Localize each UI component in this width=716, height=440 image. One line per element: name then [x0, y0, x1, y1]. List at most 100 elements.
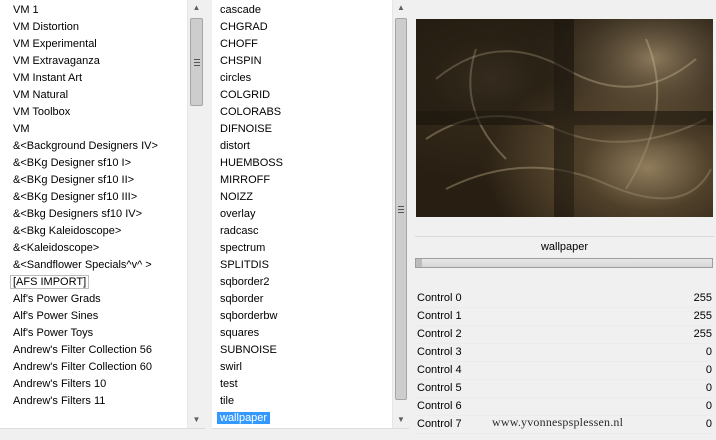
category-list-scrollbar[interactable]: ▲ ▼: [187, 0, 205, 428]
filter-category-item[interactable]: &<Sandflower Specials^v^ >: [0, 257, 187, 274]
filter-category-item[interactable]: VM Natural: [0, 87, 187, 104]
filter-category-label: Andrew's Filters 11: [13, 395, 106, 407]
control-row[interactable]: Control 4 0: [415, 362, 715, 380]
control-slider[interactable]: [490, 348, 713, 357]
filter-category-item[interactable]: VM Instant Art: [0, 70, 187, 87]
filter-category-label: &<Bkg Kaleidoscope>: [13, 225, 122, 237]
category-list-bottom-edge: [0, 428, 205, 440]
filter-item[interactable]: sqborder2: [212, 274, 392, 291]
filter-category-item[interactable]: Andrew's Filter Collection 56: [0, 342, 187, 359]
filter-item[interactable]: COLGRID: [212, 87, 392, 104]
filter-category-item[interactable]: &<BKg Designer sf10 III>: [0, 189, 187, 206]
control-row[interactable]: Control 5 0: [415, 380, 715, 398]
control-slider[interactable]: [490, 312, 713, 321]
filter-category-item[interactable]: [AFS IMPORT]: [0, 274, 187, 291]
filter-label: squares: [220, 327, 260, 339]
control-value: 0: [705, 418, 712, 430]
scroll-down-icon[interactable]: ▼: [393, 412, 409, 428]
filter-label: test: [220, 378, 238, 390]
control-value: 0: [705, 364, 712, 376]
filter-label: NOIZZ: [220, 191, 253, 203]
filter-item[interactable]: overlay: [212, 206, 392, 223]
filter-list-bottom-edge: [212, 428, 409, 440]
category-list-scroll-thumb[interactable]: [190, 18, 203, 106]
filter-label: CHSPIN: [220, 55, 262, 67]
scroll-up-icon[interactable]: ▲: [393, 0, 409, 16]
filter-category-label: &<Sandflower Specials^v^ >: [13, 259, 152, 271]
filter-item[interactable]: NOIZZ: [212, 189, 392, 206]
filter-item[interactable]: distort: [212, 138, 392, 155]
filter-item[interactable]: CHOFF: [212, 36, 392, 53]
filter-label: HUEMBOSS: [220, 157, 283, 169]
filter-label: sqborder: [220, 293, 264, 305]
control-row[interactable]: Control 2 255: [415, 326, 715, 344]
filter-category-item[interactable]: VM: [0, 121, 187, 138]
filter-list-scrollbar[interactable]: ▲ ▼: [392, 0, 409, 428]
filter-category-item[interactable]: VM Extravaganza: [0, 53, 187, 70]
filter-category-item[interactable]: Alf's Power Grads: [0, 291, 187, 308]
filter-list-scroll-thumb[interactable]: [395, 18, 407, 400]
filter-category-list[interactable]: VM 1 VM Distortion VM Experimental VM Extra…: [0, 0, 187, 428]
filter-category-item[interactable]: Andrew's Filters 10: [0, 376, 187, 393]
filter-item[interactable]: HUEMBOSS: [212, 155, 392, 172]
filter-category-item[interactable]: Andrew's Filters 11: [0, 393, 187, 410]
filter-category-label: Andrew's Filter Collection 56: [13, 344, 153, 356]
filter-item[interactable]: MIRROFF: [212, 172, 392, 189]
control-name: Control 2: [417, 328, 462, 340]
filter-item[interactable]: SUBNOISE: [212, 342, 392, 359]
filter-category-item[interactable]: &<BKg Designer sf10 II>: [0, 172, 187, 189]
filter-label: COLORABS: [220, 106, 282, 118]
filter-item[interactable]: circles: [212, 70, 392, 87]
control-slider[interactable]: [490, 366, 713, 375]
filter-item[interactable]: CHSPIN: [212, 53, 392, 70]
filter-category-item[interactable]: VM Experimental: [0, 36, 187, 53]
filter-category-item[interactable]: VM 1: [0, 2, 187, 19]
filter-category-label: &<BKg Designer sf10 I>: [13, 157, 132, 169]
filter-list[interactable]: cascade CHGRAD CHOFF CHSPIN circles COLGRID CO…: [212, 0, 392, 428]
filter-category-label: &<Kaleidoscope>: [13, 242, 100, 254]
control-slider[interactable]: [490, 402, 713, 411]
filter-category-label: Alf's Power Grads: [13, 293, 101, 305]
filter-item[interactable]: radcasc: [212, 223, 392, 240]
control-row[interactable]: Control 3 0: [415, 344, 715, 362]
filter-category-item[interactable]: Andrew's Filter Collection 60: [0, 359, 187, 376]
filter-category-item[interactable]: VM Toolbox: [0, 104, 187, 121]
filter-category-item[interactable]: Alf's Power Sines: [0, 308, 187, 325]
filter-label: swirl: [220, 361, 242, 373]
control-row[interactable]: Control 0 255: [415, 290, 715, 308]
filter-item[interactable]: wallpaper: [212, 410, 392, 427]
filter-item[interactable]: COLORABS: [212, 104, 392, 121]
scroll-down-icon[interactable]: ▼: [188, 412, 205, 428]
filter-item[interactable]: sqborder: [212, 291, 392, 308]
filter-category-label: VM Distortion: [13, 21, 80, 33]
filter-label: CHGRAD: [220, 21, 268, 33]
filter-item[interactable]: swirl: [212, 359, 392, 376]
filter-label: spectrum: [220, 242, 266, 254]
filter-item[interactable]: DIFNOISE: [212, 121, 392, 138]
filter-item[interactable]: spectrum: [212, 240, 392, 257]
control-row[interactable]: Control 6 0: [415, 398, 715, 416]
control-slider[interactable]: [490, 330, 713, 339]
filter-item[interactable]: CHGRAD: [212, 19, 392, 36]
filter-category-item[interactable]: Alf's Power Toys: [0, 325, 187, 342]
filter-label: CHOFF: [220, 38, 258, 50]
filter-category-label: VM 1: [13, 4, 39, 16]
filter-label: cascade: [220, 4, 261, 16]
filter-item[interactable]: cascade: [212, 2, 392, 19]
control-row[interactable]: Control 1 255: [415, 308, 715, 326]
filter-category-item[interactable]: &<Bkg Designers sf10 IV>: [0, 206, 187, 223]
filter-category-item[interactable]: &<Background Designers IV>: [0, 138, 187, 155]
scroll-up-icon[interactable]: ▲: [188, 0, 205, 16]
filter-item[interactable]: test: [212, 376, 392, 393]
filter-item[interactable]: sqborderbw: [212, 308, 392, 325]
filter-category-item[interactable]: &<Kaleidoscope>: [0, 240, 187, 257]
control-slider[interactable]: [490, 294, 713, 303]
filter-item[interactable]: SPLITDIS: [212, 257, 392, 274]
filter-item[interactable]: tile: [212, 393, 392, 410]
filter-category-item[interactable]: &<Bkg Kaleidoscope>: [0, 223, 187, 240]
control-slider[interactable]: [490, 384, 713, 393]
watermark-text: www.yvonnespsplessen.nl: [492, 415, 624, 429]
filter-item[interactable]: squares: [212, 325, 392, 342]
filter-category-item[interactable]: &<BKg Designer sf10 I>: [0, 155, 187, 172]
filter-category-item[interactable]: VM Distortion: [0, 19, 187, 36]
